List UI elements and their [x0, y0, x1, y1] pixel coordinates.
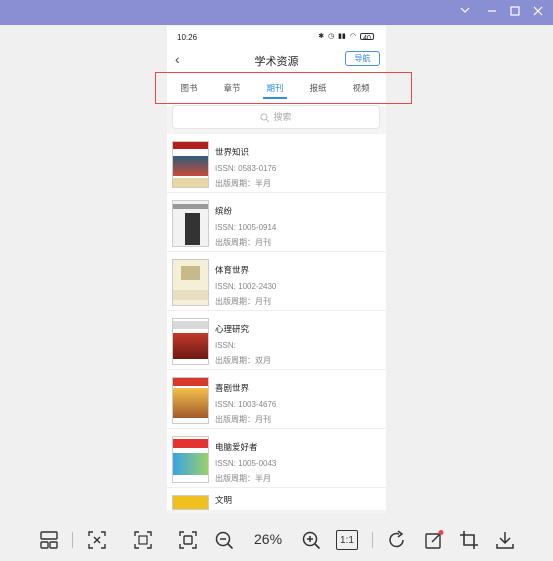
search-input[interactable]: 搜索 [172, 105, 380, 129]
list-item[interactable]: 喜剧世界 ISSN: 1003-4676 出版周期：月刊 [167, 370, 386, 429]
list-item[interactable]: 缤纷 ISSN: 1005-0914 出版周期：月刊 [167, 193, 386, 252]
download-icon[interactable] [493, 528, 517, 552]
journal-cover [172, 318, 209, 365]
search-icon [260, 113, 270, 122]
fullscreen-icon[interactable] [176, 528, 200, 552]
crop-icon[interactable] [457, 528, 481, 552]
journal-issn: ISSN: 1003-4676 [215, 400, 277, 409]
toolbar-separator [372, 532, 373, 548]
journal-title: 电脑爱好者 [215, 442, 258, 452]
search-placeholder: 搜索 [273, 112, 292, 122]
zoom-in-icon[interactable] [299, 528, 323, 552]
tab-highlight-annotation [155, 72, 412, 104]
journal-issn: ISSN: [215, 341, 236, 350]
journal-issn: ISSN: 1005-0914 [215, 223, 277, 232]
journal-cover [172, 436, 209, 483]
journal-title: 世界知识 [215, 147, 250, 157]
list-item[interactable]: 文明 [167, 488, 386, 510]
actual-size-button[interactable]: 1:1 [336, 530, 358, 550]
status-bar: 10:26 ✱ ◷ ▮▮ ◠ 40 [167, 26, 386, 48]
journal-title: 喜剧世界 [215, 383, 250, 393]
alarm-icon: ◷ [328, 33, 335, 40]
journal-cover [172, 495, 209, 510]
signal-icon: ▮▮ [338, 33, 346, 40]
ocr-icon[interactable] [131, 528, 155, 552]
journal-issn: ISSN: 1005-0043 [215, 459, 277, 468]
journal-list: 世界知识 ISSN: 0583-0176 出版周期：半月 缤纷 ISSN: 10… [167, 134, 386, 510]
layout-icon[interactable] [37, 528, 61, 552]
toolbar-separator [72, 532, 73, 548]
journal-cover [172, 141, 209, 188]
list-item[interactable]: 心理研究 ISSN: 出版周期：双月 [167, 311, 386, 370]
journal-period: 出版周期：月刊 [215, 238, 271, 247]
journal-period: 出版周期：半月 [215, 179, 271, 188]
app-navbar: ‹ 学术资源 导航 [167, 48, 386, 70]
zoom-out-icon[interactable] [212, 528, 236, 552]
rotate-icon[interactable] [385, 528, 409, 552]
journal-issn: ISSN: 1002-2430 [215, 282, 277, 291]
bluetooth-icon: ✱ [318, 33, 325, 40]
journal-issn: ISSN: 0583-0176 [215, 164, 277, 173]
journal-cover [172, 259, 209, 306]
chevron-down-icon[interactable] [456, 4, 474, 20]
guide-button[interactable]: 导航 [345, 51, 380, 66]
fit-screen-icon[interactable] [85, 528, 109, 552]
zoom-level: 26% [254, 531, 283, 547]
edit-icon[interactable] [422, 528, 446, 552]
journal-period: 出版周期：半月 [215, 474, 271, 483]
viewer-toolbar: 26% 1:1 [0, 518, 553, 561]
journal-cover [172, 377, 209, 424]
battery-icon: 40 [360, 33, 374, 42]
journal-title: 心理研究 [215, 324, 250, 334]
list-item[interactable]: 电脑爱好者 ISSN: 1005-0043 出版周期：半月 [167, 429, 386, 488]
minimize-icon[interactable] [483, 4, 501, 20]
list-item[interactable]: 体育世界 ISSN: 1002-2430 出版周期：月刊 [167, 252, 386, 311]
list-item[interactable]: 世界知识 ISSN: 0583-0176 出版周期：半月 [167, 134, 386, 193]
status-icons: ✱ ◷ ▮▮ ◠ 40 [318, 32, 374, 42]
maximize-icon[interactable] [506, 4, 524, 20]
status-time: 10:26 [177, 33, 198, 42]
journal-period: 出版周期：双月 [215, 356, 271, 365]
wifi-icon: ◠ [349, 33, 356, 40]
journal-title: 缤纷 [215, 206, 233, 216]
journal-title: 体育世界 [215, 265, 250, 275]
journal-period: 出版周期：月刊 [215, 297, 271, 306]
close-icon[interactable] [529, 4, 547, 20]
journal-period: 出版周期：月刊 [215, 415, 271, 424]
journal-cover [172, 200, 209, 247]
viewer-titlebar [0, 0, 553, 25]
journal-title: 文明 [215, 495, 233, 505]
